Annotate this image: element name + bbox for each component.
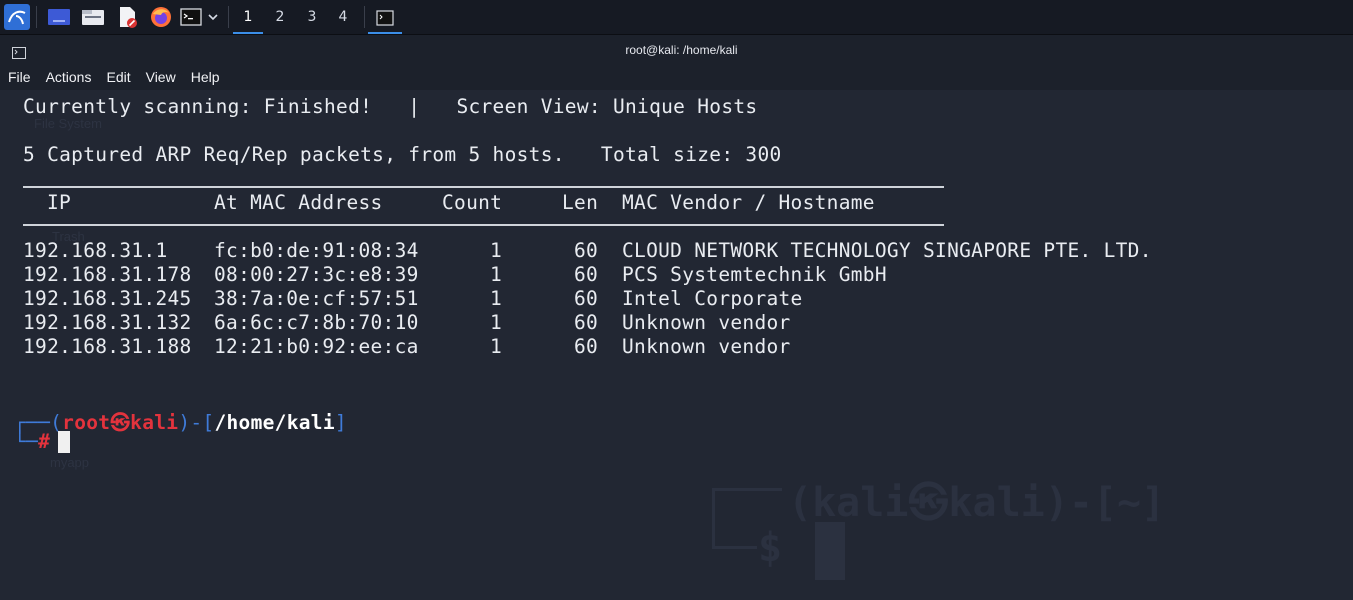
menu-view[interactable]: View (138, 65, 183, 90)
header-mac: At MAC Address (214, 191, 383, 214)
cell-len: 60 (574, 239, 599, 262)
workspace-2[interactable]: 2 (265, 4, 295, 32)
prompt-host: kali (130, 411, 179, 434)
cell-vendor: CLOUD NETWORK TECHNOLOGY SINGAPORE PTE. … (622, 239, 1152, 262)
cell-mac: 38:7a:0e:cf:57:51 (214, 287, 419, 310)
cell-vendor: Unknown vendor (622, 335, 791, 358)
cell-mac: 12:21:b0:92:ee:ca (214, 335, 419, 358)
cell-vendor: Intel Corporate (622, 287, 803, 310)
cell-ip: 192.168.31.132 (23, 311, 192, 334)
text-cursor (58, 431, 70, 453)
desktop-icon-file-system: File System (34, 116, 102, 131)
wallpaper-watermark-prompt: $ (758, 525, 783, 571)
wallpaper-watermark-line (712, 546, 757, 549)
prompt-root-symbol: # (38, 430, 51, 453)
scan-status-line: Currently scanning: Finished! | Screen V… (23, 95, 758, 118)
terminal-window-button[interactable] (368, 4, 402, 34)
taskbar-separator (36, 6, 37, 28)
wallpaper-watermark-line (712, 488, 782, 491)
workspace-3[interactable]: 3 (297, 4, 327, 32)
cell-count: 1 (490, 263, 503, 286)
wallpaper-watermark-line (712, 488, 715, 548)
header-vendor: MAC Vendor / Hostname (622, 191, 875, 214)
wallpaper-watermark-cursor (815, 522, 845, 580)
workspace-4[interactable]: 4 (328, 4, 358, 32)
header-len: Len (562, 191, 599, 214)
cell-count: 1 (490, 239, 503, 262)
prompt-path: /home/kali (214, 411, 335, 434)
kali-menu-icon[interactable] (3, 4, 31, 30)
cell-count: 1 (490, 335, 503, 358)
window-title: root@kali: /home/kali (625, 43, 738, 57)
cell-mac: 6a:6c:c7:8b:70:10 (214, 311, 419, 334)
text-editor-icon[interactable] (114, 4, 140, 30)
cell-ip: 192.168.31.178 (23, 263, 192, 286)
prompt-frame-mid: )-[ (178, 411, 215, 434)
terminal-output[interactable]: File System Trash myapp (kali㉿kali)-[~] … (0, 90, 1353, 600)
window-titlebar[interactable]: root@kali: /home/kali (0, 35, 1353, 65)
prompt-corner: └─ (14, 430, 39, 453)
workspace-1[interactable]: 1 (233, 4, 263, 34)
cell-count: 1 (490, 311, 503, 334)
desktop-show-icon[interactable] (46, 4, 72, 30)
cell-vendor: PCS Systemtechnik GmbH (622, 263, 887, 286)
menu-help[interactable]: Help (183, 65, 227, 90)
prompt-frame-close: ] (334, 411, 347, 434)
cell-mac: 08:00:27:3c:e8:39 (214, 263, 419, 286)
header-ip: IP (47, 191, 72, 214)
menu-edit[interactable]: Edit (98, 65, 137, 90)
cell-len: 60 (574, 311, 599, 334)
shell-prompt-line2: └─# (14, 430, 50, 453)
file-manager-icon[interactable] (80, 4, 106, 30)
firefox-icon[interactable] (148, 4, 174, 30)
cell-len: 60 (574, 287, 599, 310)
menu-bar: File Actions Edit View Help (0, 65, 1353, 90)
table-top-rule (23, 186, 944, 188)
terminal-icon[interactable] (179, 4, 203, 30)
cell-ip: 192.168.31.1 (23, 239, 168, 262)
cell-mac: fc:b0:de:91:08:34 (214, 239, 419, 262)
table-header-rule (23, 224, 944, 226)
cell-vendor: Unknown vendor (622, 311, 791, 334)
cell-count: 1 (490, 287, 503, 310)
taskbar-separator (228, 6, 229, 28)
prompt-at-symbol: ㉿ (110, 411, 131, 434)
cell-len: 60 (574, 335, 599, 358)
cell-ip: 192.168.31.188 (23, 335, 192, 358)
menu-file[interactable]: File (0, 65, 38, 90)
cell-ip: 192.168.31.245 (23, 287, 192, 310)
packet-summary-line: 5 Captured ARP Req/Rep packets, from 5 h… (23, 143, 782, 166)
taskbar-separator (364, 6, 365, 28)
menu-actions[interactable]: Actions (38, 65, 99, 90)
taskbar: 1 2 3 4 (0, 0, 1353, 35)
wallpaper-watermark: (kali㉿kali)-[~] (788, 480, 1166, 526)
dropdown-chevron-icon[interactable] (205, 4, 221, 30)
header-count: Count (442, 191, 503, 214)
desktop-icon-myapp: myapp (50, 455, 90, 470)
cell-len: 60 (574, 263, 599, 286)
